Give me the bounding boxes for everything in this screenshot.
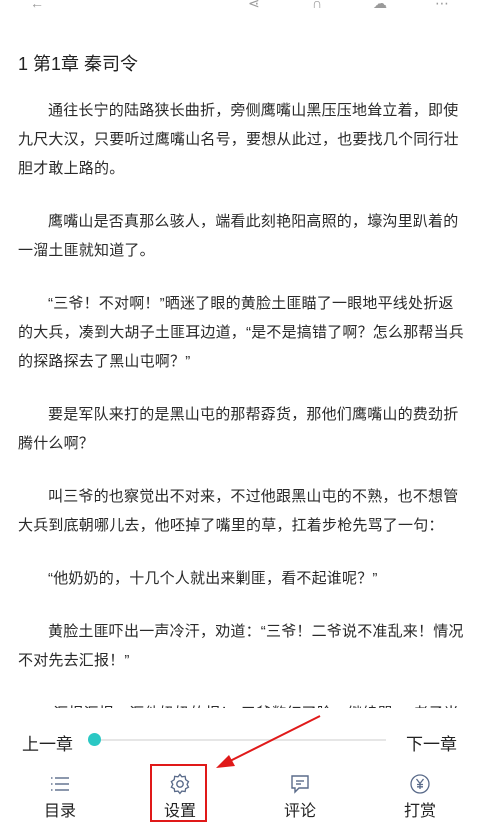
more-icon[interactable]: ⋯: [435, 0, 449, 10]
paragraph: “三爷！不对啊！”晒迷了眼的黄脸土匪瞄了一眼地平线处折返的大兵，凑到大胡子土匪耳…: [18, 295, 464, 370]
headphones-icon[interactable]: ∩: [312, 0, 322, 10]
next-chapter-button[interactable]: 下一章: [406, 730, 457, 755]
download-icon[interactable]: ☁: [373, 0, 387, 10]
paragraph: 通往长宁的陆路狭长曲折，旁侧鹰嘴山黑压压地耸立着，即使九尺大汉，只要听过鹰嘴山名…: [18, 102, 459, 177]
chapter-content: 通往长宁的陆路狭长曲折，旁侧鹰嘴山黑压压地耸立着，即使九尺大汉，只要听过鹰嘴山名…: [18, 96, 466, 708]
share-icon[interactable]: ⋖: [248, 0, 260, 10]
paragraph: 要是军队来打的是黑山屯的那帮孬货，那他们鹰嘴山的费劲折腾什么啊？: [18, 406, 459, 452]
prev-chapter-button[interactable]: 上一章: [22, 730, 73, 755]
comment-icon: [291, 775, 309, 794]
nav-reward-label: 打赏: [403, 803, 436, 820]
nav-comment[interactable]: 评论: [260, 765, 340, 825]
progress-track[interactable]: [94, 739, 386, 741]
top-toolbar: ← ⋖ ∩ ☁ ⋯: [0, 0, 480, 14]
paragraph: 叫三爷的也察觉出不对来，不过他跟黑山屯的不熟，也不想管大兵到底朝哪儿去，他呸掉了…: [18, 488, 459, 534]
yuan-coin-icon: [410, 774, 430, 794]
bottom-nav: 目录 设置 评论 打赏: [0, 765, 480, 833]
nav-reward[interactable]: 打赏: [380, 765, 460, 825]
nav-catalog-label: 目录: [43, 803, 76, 820]
nav-comment-label: 评论: [283, 803, 316, 820]
chapter-progress-row: 上一章 下一章: [0, 722, 480, 758]
back-arrow-icon[interactable]: ←: [30, 0, 44, 10]
paragraph: 黄脸土匪吓出一声冷汗，劝道：“三爷！二爷说不准乱来！情况不对先去汇报！”: [18, 623, 464, 669]
progress-thumb[interactable]: [87, 733, 101, 746]
paragraph: 鹰嘴山是否真那么骇人，端看此刻艳阳高照的，壕沟里趴着的一溜土匪就知道了。: [18, 213, 459, 259]
chapter-title: 1 第1章 秦司令: [18, 54, 139, 74]
annotation-highlight-box: [150, 764, 207, 822]
paragraph: “他奶奶的，十几个人就出来剿匪，看不起谁呢？”: [48, 570, 378, 587]
list-icon: [51, 777, 69, 791]
nav-catalog[interactable]: 目录: [20, 765, 100, 825]
paragraph: “汇报汇报，汇他奶奶的报！”三爷憋红了脸，继续骂，“老子当土匪: [18, 699, 466, 708]
